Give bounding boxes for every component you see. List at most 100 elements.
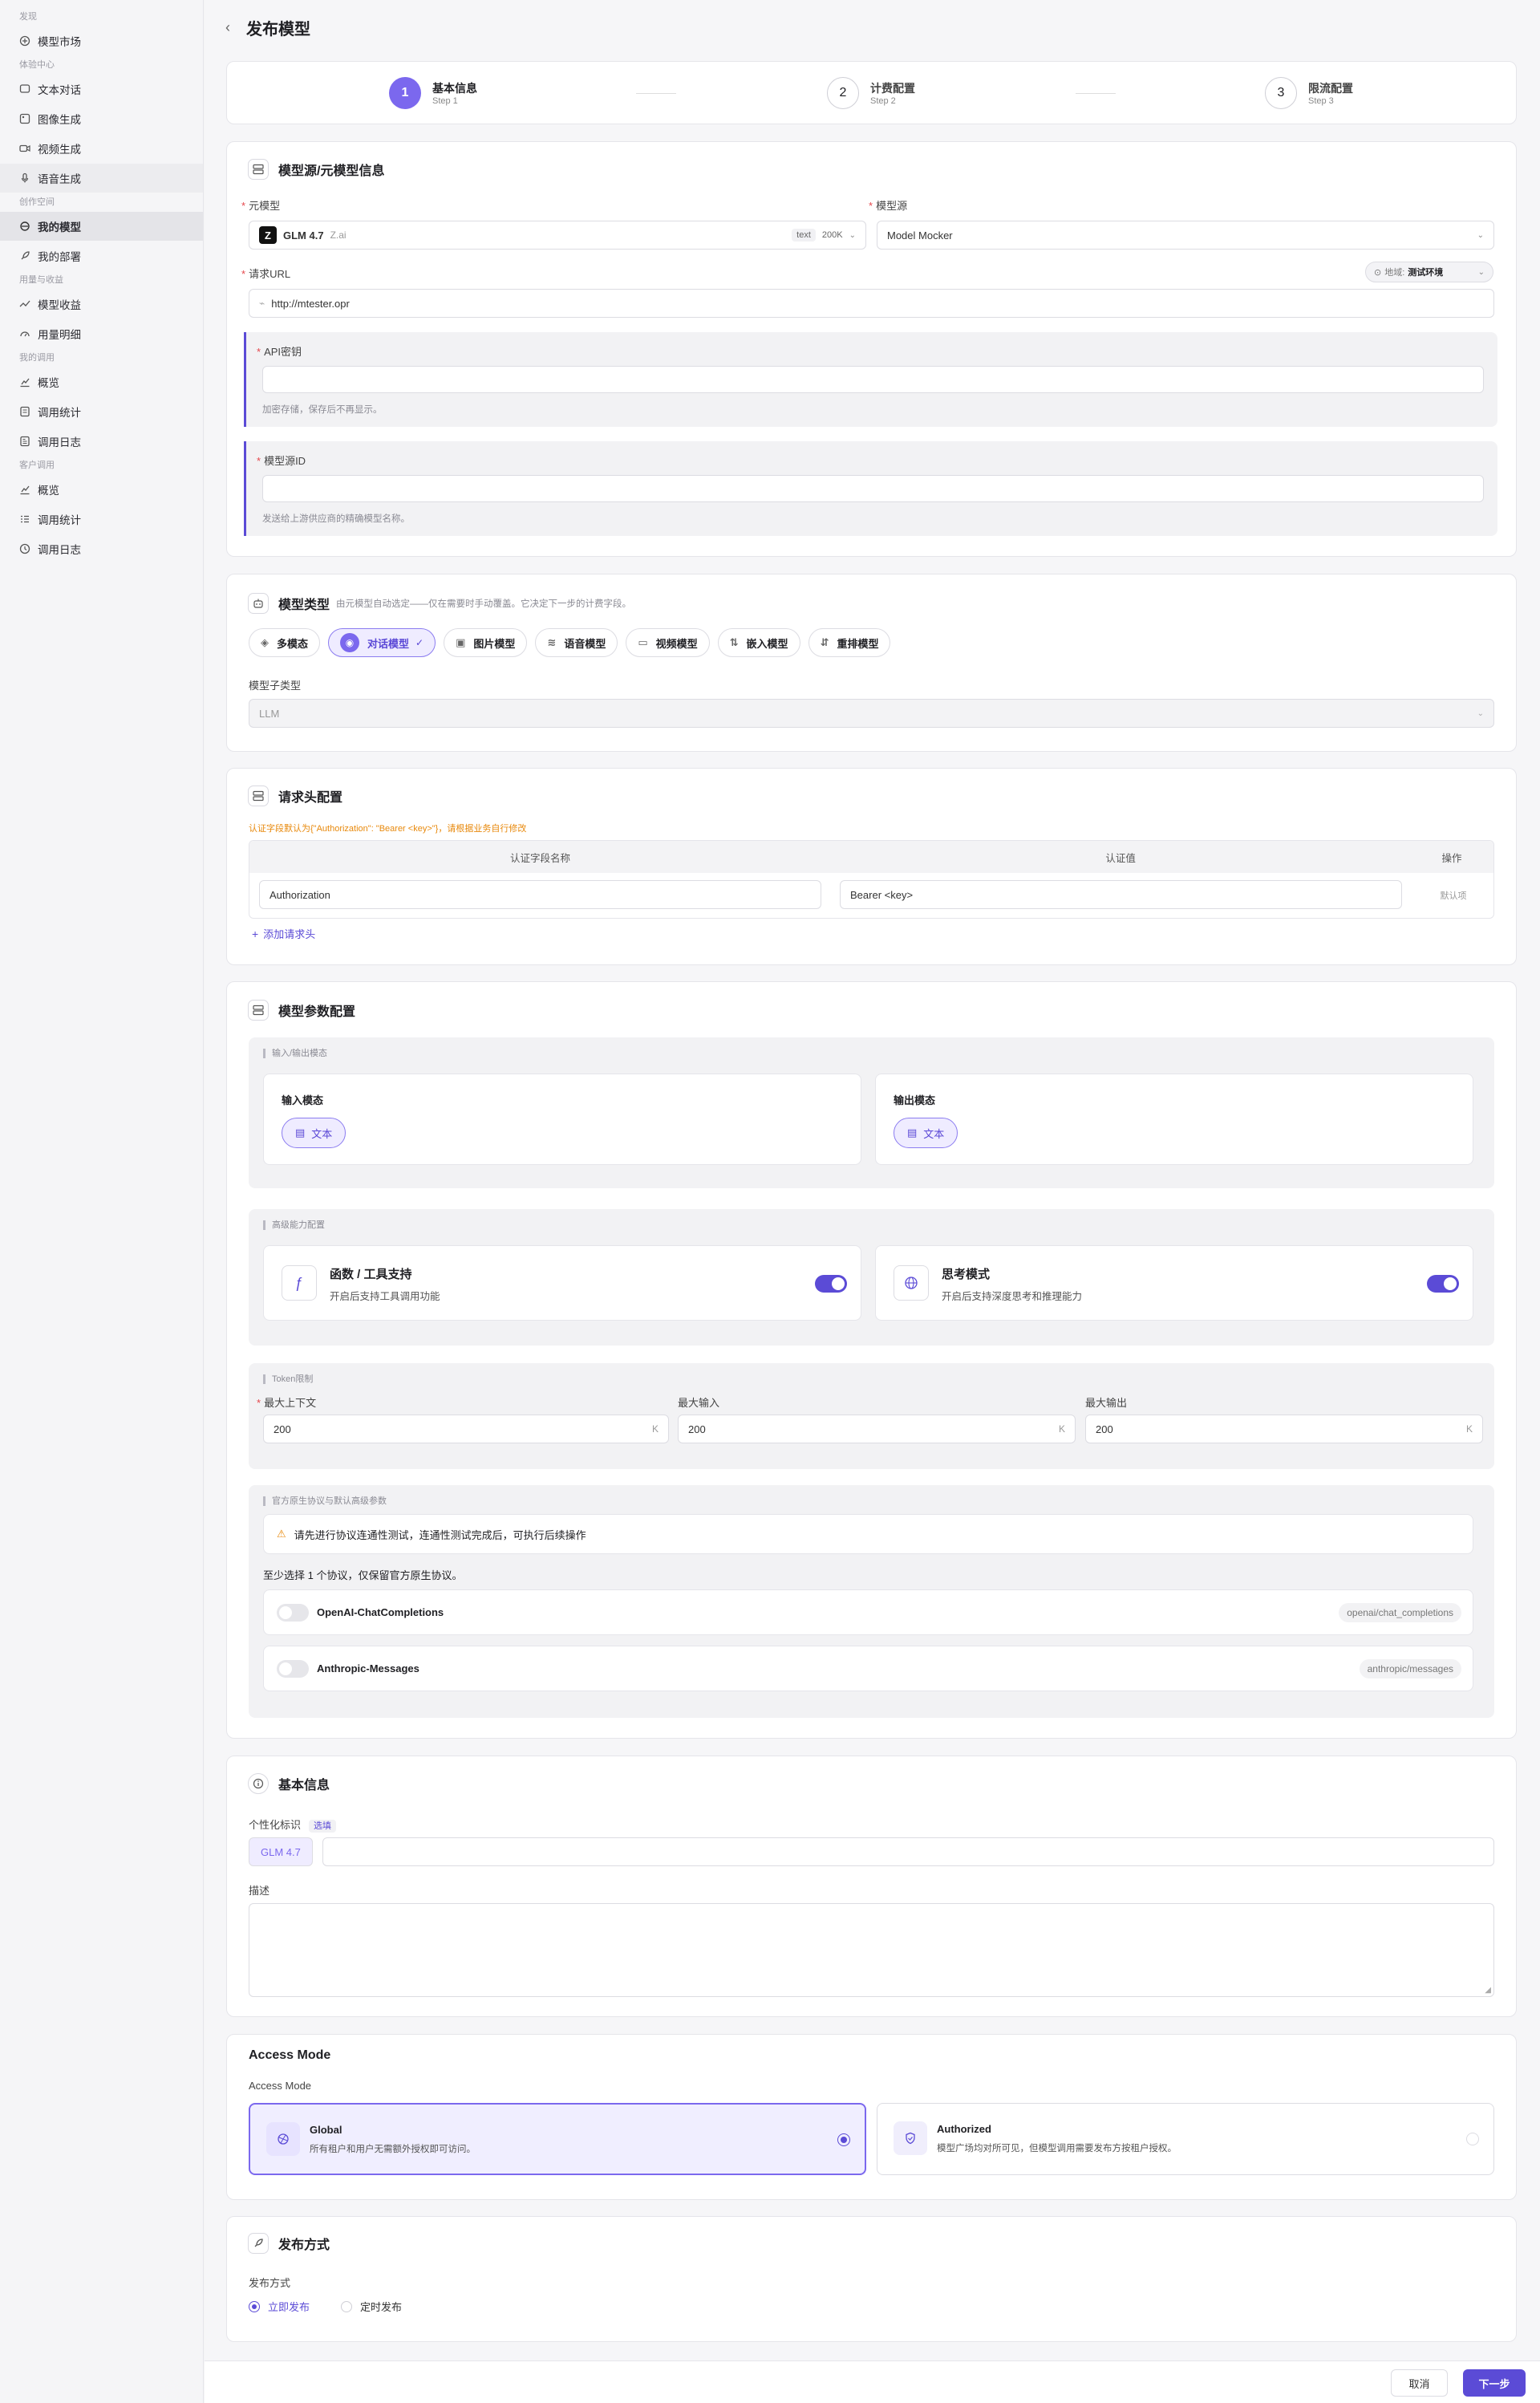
sidebar-item-label: 我的部署: [38, 251, 81, 263]
back-button[interactable]: ‹: [225, 19, 230, 36]
sidebar-item-voice-gen[interactable]: 语音生成: [0, 164, 203, 193]
type-image[interactable]: ▣ 图片模型: [444, 628, 528, 657]
publish-section: 发布方式 发布方式 立即发布 定时发布: [226, 2216, 1517, 2342]
type-audio[interactable]: ≋ 语音模型: [535, 628, 618, 657]
subtype-select[interactable]: LLM ⌄: [249, 699, 1494, 728]
protocol-item: Anthropic-Messages anthropic/messages: [263, 1646, 1473, 1691]
output-text-chip[interactable]: ▤ 文本: [894, 1118, 958, 1148]
sidebar-item-my-models[interactable]: 我的模型: [0, 212, 203, 241]
io-box: 输入/输出模态 输入模态 ▤ 文本 输出模态 ▤ 文本: [249, 1037, 1494, 1188]
section-header: 发布方式: [248, 2232, 330, 2255]
robot-icon: [248, 593, 269, 614]
step-title: 计费配置: [870, 82, 915, 95]
step-3[interactable]: 3 限流配置 Step 3: [1265, 77, 1353, 109]
max-output-label: 最大输出: [1085, 1397, 1128, 1409]
section-header: 模型类型 由元模型自动选定——仅在需要时手动覆盖。它决定下一步的计费字段。: [248, 592, 631, 615]
publish-now-radio[interactable]: 立即发布: [249, 2299, 310, 2314]
doc-icon: ▤: [907, 1126, 918, 1139]
info-icon: [248, 1773, 269, 1794]
input-modality-card: 输入模态 ▤ 文本: [263, 1074, 861, 1165]
sidebar-item-call-stats[interactable]: 调用统计: [0, 397, 203, 426]
protocol-name: Anthropic-Messages: [317, 1662, 419, 1674]
sidebar-item-model-market[interactable]: 模型市场: [0, 26, 203, 55]
sourceid-input[interactable]: [262, 475, 1484, 502]
pill-label: 视频模型: [655, 637, 698, 650]
radio-selected[interactable]: [837, 2133, 850, 2146]
picture-icon: ▣: [456, 636, 466, 648]
protocol-note: 至少选择 1 个协议，仅保留官方原生协议。: [263, 1569, 463, 1581]
rerank-icon: ⇵: [820, 636, 829, 648]
multimodal-icon: ◈: [261, 636, 269, 648]
custom-tag-input[interactable]: [322, 1837, 1494, 1866]
region-select[interactable]: ⊙ 地域: 测试环境 ⌄: [1365, 262, 1493, 282]
type-multimodal[interactable]: ◈ 多模态: [249, 628, 321, 657]
sidebar-item-call-log[interactable]: 调用日志: [0, 427, 203, 456]
resize-handle-icon[interactable]: ◢: [1485, 1986, 1491, 1995]
type-chat[interactable]: ◉ 对话模型 ✓: [328, 628, 436, 657]
sidebar-item-usage-detail[interactable]: 用量明细: [0, 319, 203, 348]
sidebar-item-label: 图像生成: [38, 114, 81, 126]
sidebar-item-customer-log[interactable]: 调用日志: [0, 534, 203, 563]
sidebar-item-model-revenue[interactable]: 模型收益: [0, 290, 203, 319]
max-input-label: 最大输入: [678, 1397, 720, 1409]
plus-icon: +: [252, 927, 259, 940]
sidebar-item-video-gen[interactable]: 视频生成: [0, 134, 203, 163]
apikey-input[interactable]: [262, 366, 1484, 393]
sidebar-item-overview[interactable]: 概览: [0, 367, 203, 396]
max-input-input[interactable]: 200 K: [678, 1415, 1076, 1443]
location-pin-icon: ⊙: [1374, 267, 1382, 278]
sidebar-item-customer-overview[interactable]: 概览: [0, 475, 203, 504]
region-prefix: 地域:: [1384, 268, 1405, 278]
type-rerank[interactable]: ⇵ 重排模型: [808, 628, 891, 657]
global-desc: 所有租户和用户无需额外授权即可访问。: [310, 2145, 476, 2154]
apikey-hint: 加密存储，保存后不再显示。: [262, 405, 383, 415]
log-icon: [19, 543, 30, 554]
meta-model-select[interactable]: Z GLM 4.7 Z.ai text 200K ⌄: [249, 221, 866, 250]
protocol-toggle[interactable]: [277, 1660, 309, 1678]
protocol-toggle[interactable]: [277, 1604, 309, 1622]
max-context-input[interactable]: 200 K: [263, 1415, 669, 1443]
description-textarea[interactable]: ◢: [249, 1903, 1494, 1997]
io-tag: 输入/输出模态: [263, 1049, 327, 1058]
sourceid-box: * 模型源ID 发送给上游供应商的精确模型名称。: [244, 441, 1497, 536]
header-value-input[interactable]: Bearer <key>: [840, 880, 1402, 909]
sidebar-item-my-deploy[interactable]: 我的部署: [0, 242, 203, 270]
access-authorized-option[interactable]: Authorized 模型广场均对所可见，但模型调用需要发布方按租户授权。: [877, 2103, 1494, 2175]
sidebar-item-customer-stats[interactable]: 调用统计: [0, 505, 203, 534]
sidebar-item-image-gen[interactable]: 图像生成: [0, 104, 203, 133]
type-video[interactable]: ▭ 视频模型: [626, 628, 710, 657]
table-header: 认证字段名称 认证值 操作: [249, 841, 1493, 873]
sidebar-item-text-chat[interactable]: 文本对话: [0, 75, 203, 104]
add-header-button[interactable]: + 添加请求头: [252, 926, 315, 941]
step-sub: Step 1: [432, 96, 458, 106]
model-icon: [19, 221, 30, 232]
chat-icon: [19, 83, 30, 95]
basic-info-section: 基本信息 个性化标识 选填 GLM 4.7 描述 ◢: [226, 1756, 1517, 2017]
cancel-button[interactable]: 取消: [1391, 2369, 1448, 2397]
sourceid-hint: 发送给上游供应商的精确模型名称。: [262, 514, 410, 524]
radio-unselected[interactable]: [1466, 2133, 1479, 2145]
step-2[interactable]: 2 计费配置 Step 2: [827, 77, 915, 109]
type-embed[interactable]: ⇅ 嵌入模型: [717, 628, 800, 657]
access-mode-label: Access Mode: [249, 2080, 312, 2092]
function-toggle[interactable]: [815, 1275, 847, 1293]
sidebar-group-customer: 客户调用: [19, 461, 55, 470]
access-global-option[interactable]: Global 所有租户和用户无需额外授权即可访问。: [249, 2103, 866, 2175]
pill-label: 嵌入模型: [746, 637, 788, 650]
thinking-toggle[interactable]: [1427, 1275, 1459, 1293]
subtype-value: LLM: [259, 707, 280, 720]
url-input[interactable]: ⌁ http://mtester.opr: [249, 289, 1494, 318]
default-label: 默认项: [1440, 891, 1467, 901]
input-text-chip[interactable]: ▤ 文本: [282, 1118, 346, 1148]
header-name-input[interactable]: Authorization: [259, 880, 821, 909]
max-output-input[interactable]: 200 K: [1085, 1415, 1483, 1443]
sidebar-item-label: 调用日志: [38, 436, 81, 449]
pill-label: 语音模型: [564, 637, 606, 650]
thinking-card: 思考模式 开启后支持深度思考和推理能力: [875, 1245, 1473, 1321]
protocol-item: OpenAI-ChatCompletions openai/chat_compl…: [263, 1589, 1473, 1635]
step-1[interactable]: 1 基本信息 Step 1: [389, 77, 477, 109]
publish-scheduled-radio[interactable]: 定时发布: [341, 2299, 402, 2314]
token-box: Token限制 * 最大上下文 200 K 最大输入 200 K 最大输出 200 K: [249, 1363, 1494, 1469]
provider-select[interactable]: Model Mocker ⌄: [877, 221, 1494, 250]
next-button[interactable]: 下一步: [1463, 2369, 1526, 2397]
